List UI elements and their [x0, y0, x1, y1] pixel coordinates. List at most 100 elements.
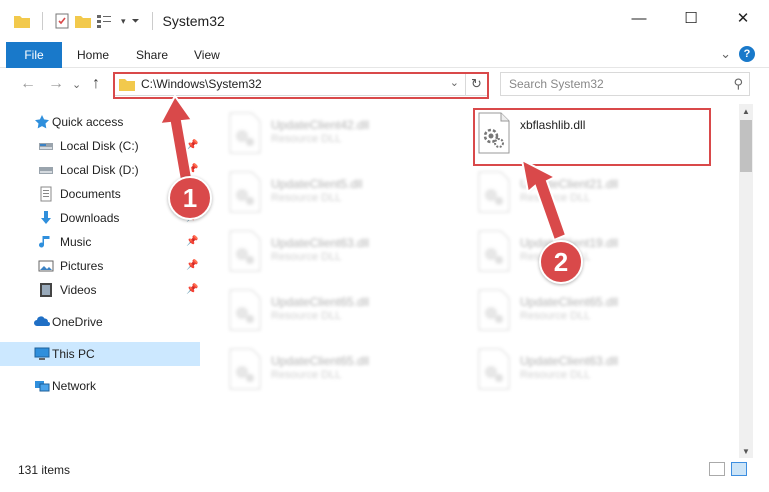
music-icon: [39, 236, 50, 248]
pin-icon: 📌: [186, 140, 199, 151]
scroll-down-icon[interactable]: ▼: [739, 444, 753, 458]
sidebar-item-label: Local Disk (D:): [60, 163, 139, 177]
dll-file-icon: [478, 348, 510, 390]
new-folder-icon[interactable]: [75, 14, 91, 28]
sidebar-item-pictures[interactable]: Pictures 📌: [0, 254, 200, 278]
tab-share[interactable]: Share: [136, 42, 168, 68]
file-type: Resource DLL: [271, 369, 342, 381]
file-type: Resource DLL: [271, 192, 342, 204]
file-type: Resource DLL: [271, 310, 342, 322]
dll-file-icon: [229, 230, 261, 272]
sidebar-item-label: Pictures: [60, 259, 104, 273]
search-placeholder: Search System32: [509, 77, 604, 91]
customize-qat-icon[interactable]: ⏷: [132, 16, 140, 27]
file-item[interactable]: UpdateClient65.dll Resource DLL: [477, 289, 717, 335]
sidebar-item-local-disk-d[interactable]: Local Disk (D:) 📌: [0, 158, 200, 182]
search-input[interactable]: Search System32 ⚲: [500, 72, 750, 96]
sidebar-item-label: OneDrive: [52, 315, 103, 329]
videos-icon: [40, 283, 52, 297]
folder-icon: [14, 16, 30, 28]
search-icon: ⚲: [733, 76, 743, 91]
sidebar-item-onedrive[interactable]: OneDrive: [0, 310, 200, 334]
minimize-button[interactable]: —: [613, 0, 665, 36]
file-item[interactable]: UpdateClient5.dll Resource DLL: [228, 171, 468, 217]
this-pc-icon: [34, 347, 50, 360]
pin-icon: 📌: [186, 164, 199, 175]
file-item[interactable]: UpdateClient21.dll Resource DLL: [477, 171, 717, 217]
sidebar-item-label: Music: [60, 235, 92, 249]
sidebar-item-quick-access[interactable]: Quick access: [0, 110, 200, 134]
back-button[interactable]: ←: [20, 75, 36, 93]
window-controls: — ☐ ✕: [613, 0, 769, 36]
file-name: UpdateClient5.dll: [271, 177, 363, 191]
status-bar: 131 items: [0, 458, 769, 482]
forward-button[interactable]: →: [48, 75, 64, 93]
pin-icon: 📌: [186, 260, 199, 271]
sidebar-item-videos[interactable]: Videos 📌: [0, 278, 200, 302]
documents-icon: [40, 186, 52, 202]
file-type: Resource DLL: [520, 192, 591, 204]
sidebar-item-label: Videos: [60, 283, 97, 297]
file-name: UpdateClient21.dll: [520, 177, 619, 191]
item-count: 131 items: [18, 463, 71, 477]
file-item[interactable]: UpdateClient65.dll Resource DLL: [228, 289, 468, 335]
window-title: System32: [162, 13, 225, 29]
sidebar-item-downloads[interactable]: Downloads 📌: [0, 206, 200, 230]
onedrive-icon: [34, 316, 50, 326]
view-switcher: [709, 462, 747, 476]
up-button[interactable]: ↑: [92, 75, 100, 93]
file-type: Resource DLL: [520, 310, 591, 322]
navigation-pane: Quick access Local Disk (C:) 📌 Local Dis…: [0, 104, 206, 458]
dll-file-icon: [229, 112, 261, 154]
drive-icon: [39, 143, 53, 150]
tab-view[interactable]: View: [194, 42, 220, 68]
file-item[interactable]: UpdateClient42.dll Resource DLL: [228, 112, 468, 158]
tab-file[interactable]: File: [6, 42, 62, 68]
sidebar-item-this-pc[interactable]: This PC: [0, 342, 200, 366]
scrollbar-thumb[interactable]: [740, 120, 752, 172]
dll-file-icon: [229, 289, 261, 331]
file-name: UpdateClient63.dll: [520, 354, 619, 368]
pictures-icon: [38, 260, 54, 272]
scroll-up-icon[interactable]: ▲: [739, 104, 753, 118]
file-name: UpdateClient65.dll: [271, 354, 370, 368]
drive-icon: [39, 167, 53, 174]
file-name: UpdateClient65.dll: [520, 295, 619, 309]
step-2-badge: 2: [539, 240, 583, 284]
file-name: UpdateClient42.dll: [271, 118, 370, 132]
maximize-button[interactable]: ☐: [665, 0, 717, 36]
pin-icon: 📌: [186, 284, 199, 295]
chevron-down-icon[interactable]: ▾: [121, 16, 126, 27]
vertical-scrollbar[interactable]: ▲ ▼: [739, 104, 753, 458]
file-highlight-box: [473, 108, 711, 166]
view-options-icon[interactable]: [97, 14, 115, 28]
downloads-icon: [41, 211, 51, 224]
star-icon: [35, 115, 49, 129]
close-button[interactable]: ✕: [717, 0, 769, 36]
properties-icon[interactable]: [55, 13, 69, 29]
sidebar-item-network[interactable]: Network: [0, 374, 200, 398]
step-1-badge: 1: [168, 176, 212, 220]
file-item[interactable]: UpdateClient63.dll Resource DLL: [477, 348, 717, 394]
file-type: Resource DLL: [271, 133, 342, 145]
large-icons-view-icon[interactable]: [731, 462, 747, 476]
file-item[interactable]: UpdateClient19.dll Resource DLL: [477, 230, 717, 276]
quick-access-toolbar: ▾ ⏷: [14, 12, 159, 30]
sidebar-item-label: Local Disk (C:): [60, 139, 139, 153]
sidebar-item-local-disk-c[interactable]: Local Disk (C:) 📌: [0, 134, 200, 158]
file-item[interactable]: UpdateClient65.dll Resource DLL: [228, 348, 468, 394]
help-icon[interactable]: ?: [739, 46, 755, 62]
file-item[interactable]: UpdateClient63.dll Resource DLL: [228, 230, 468, 276]
sidebar-item-music[interactable]: Music 📌: [0, 230, 200, 254]
sidebar-item-label: This PC: [52, 347, 95, 361]
recent-locations-button[interactable]: ⌄: [72, 78, 81, 91]
tab-home[interactable]: Home: [77, 42, 109, 68]
details-view-icon[interactable]: [709, 462, 725, 476]
dll-file-icon: [478, 289, 510, 331]
ribbon-right: ⌄ ?: [720, 46, 755, 62]
dll-file-icon: [478, 171, 510, 213]
file-name: UpdateClient65.dll: [271, 295, 370, 309]
file-type: Resource DLL: [520, 369, 591, 381]
network-icon: [35, 381, 50, 392]
expand-ribbon-icon[interactable]: ⌄: [720, 46, 731, 62]
